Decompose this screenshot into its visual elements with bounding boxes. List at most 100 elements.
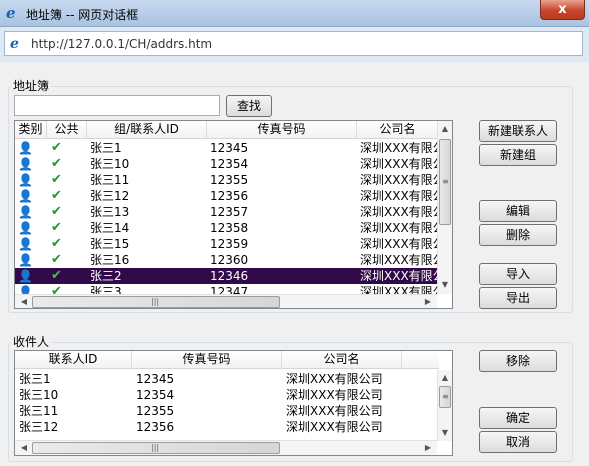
new-group-button[interactable]: 新建组	[479, 144, 557, 166]
contact-row[interactable]: 👤 ✔ 张三12 12356 深圳XXX有限公司	[15, 188, 437, 204]
recipients-scroll-down-icon[interactable]: ▼	[438, 426, 452, 440]
contact-id-cell: 张三11	[90, 173, 130, 187]
col-fax[interactable]: 传真号码	[207, 121, 357, 139]
contact-row[interactable]: 👤 ✔ 张三1 12345 深圳XXX有限公司	[15, 140, 437, 156]
check-icon: ✔	[51, 236, 62, 251]
grip-icon: |||	[151, 297, 160, 306]
cancel-button[interactable]: 取消	[479, 431, 557, 453]
contacts-hscroll-thumb[interactable]: |||	[32, 296, 280, 308]
recipient-fax-cell: 12356	[136, 420, 175, 434]
ok-button[interactable]: 确定	[479, 407, 557, 429]
contacts-vscrollbar[interactable]: ▲ ≡ ▼	[437, 121, 452, 294]
recipients-scroll-right-icon[interactable]: ▶	[421, 441, 435, 455]
url-field[interactable]: e http://127.0.0.1/CH/addrs.htm	[4, 31, 583, 56]
recipients-header: 联系人ID 传真号码 公司名	[15, 351, 439, 369]
recipient-id-cell: 张三11	[19, 404, 59, 418]
recipient-row[interactable]: 张三11 12355 深圳XXX有限公司	[15, 403, 437, 419]
close-button[interactable]: x	[540, 0, 585, 20]
company-cell: 深圳XXX有限公司	[360, 221, 437, 235]
ie-icon: e	[6, 4, 16, 22]
col-company[interactable]: 公司名	[357, 121, 439, 139]
person-icon: 👤	[18, 205, 33, 219]
person-icon: 👤	[18, 253, 33, 267]
recipient-id-cell: 张三10	[19, 388, 59, 402]
col-contact-id[interactable]: 组/联系人ID	[87, 121, 207, 139]
import-button[interactable]: 导入	[479, 263, 557, 285]
col-public[interactable]: 公共	[47, 121, 87, 139]
company-cell: 深圳XXX有限公司	[360, 237, 437, 251]
recipients-hscrollbar[interactable]: ◀ ||| ▶	[15, 440, 437, 455]
fax-cell: 12355	[210, 173, 249, 187]
contact-row[interactable]: 👤 ✔ 张三16 12360 深圳XXX有限公司	[15, 252, 437, 268]
fax-cell: 12354	[210, 157, 249, 171]
person-icon: 👤	[18, 141, 33, 155]
recipient-company-cell: 深圳XXX有限公司	[286, 420, 383, 434]
scroll-down-icon[interactable]: ▼	[438, 278, 452, 292]
recipients-list[interactable]: 联系人ID 传真号码 公司名 张三1 12345 深圳XXX有限公司 张三10 1235…	[14, 350, 453, 456]
contact-row[interactable]: 👤 ✔ 张三14 12358 深圳XXX有限公司	[15, 220, 437, 236]
address-book-label: 地址簿	[11, 77, 52, 94]
contacts-list[interactable]: 类别 公共 组/联系人ID 传真号码 公司名 👤 ✔ 张三1 12345 深圳XXX有限…	[14, 120, 453, 309]
recipients-scroll-up-icon[interactable]: ▲	[438, 371, 452, 385]
grip-icon: ≡	[442, 392, 449, 401]
col-recipient-fax[interactable]: 传真号码	[132, 351, 282, 369]
check-icon: ✔	[51, 140, 62, 155]
contacts-vscroll-thumb[interactable]: ≡	[439, 139, 451, 225]
scroll-left-icon[interactable]: ◀	[17, 295, 31, 308]
export-button[interactable]: 导出	[479, 287, 557, 309]
col-recipient-id[interactable]: 联系人ID	[15, 351, 132, 369]
recipients-vscroll-thumb[interactable]: ≡	[439, 386, 451, 408]
recipients-hscroll-thumb[interactable]: |||	[32, 442, 280, 454]
page-icon: e	[10, 36, 19, 52]
fax-cell: 12359	[210, 237, 249, 251]
recipients-vscrollbar[interactable]: ▲ ≡ ▼	[437, 370, 452, 441]
company-cell: 深圳XXX有限公司	[360, 253, 437, 267]
new-contact-button[interactable]: 新建联系人	[479, 120, 557, 142]
company-cell: 深圳XXX有限公司	[360, 157, 437, 171]
window-title: 地址簿 -- 网页对话框	[26, 8, 139, 22]
grip-icon: |||	[151, 443, 160, 452]
contact-id-cell: 张三10	[90, 157, 130, 171]
company-cell: 深圳XXX有限公司	[360, 269, 437, 283]
contact-row[interactable]: 👤 ✔ 张三15 12359 深圳XXX有限公司	[15, 236, 437, 252]
search-input[interactable]	[14, 95, 220, 116]
delete-button[interactable]: 删除	[479, 224, 557, 246]
address-bar: e http://127.0.0.1/CH/addrs.htm	[0, 27, 589, 62]
remove-button[interactable]: 移除	[479, 350, 557, 372]
fax-cell: 12356	[210, 189, 249, 203]
contact-id-cell: 张三2	[90, 269, 122, 283]
edit-button[interactable]: 编辑	[479, 200, 557, 222]
check-icon: ✔	[51, 252, 62, 267]
recipients-scroll-left-icon[interactable]: ◀	[17, 441, 31, 455]
contacts-hscrollbar[interactable]: ◀ ||| ▶	[15, 294, 437, 308]
contact-row[interactable]: 👤 ✔ 张三10 12354 深圳XXX有限公司	[15, 156, 437, 172]
grip-icon: ≡	[442, 177, 449, 186]
search-button[interactable]: 查找	[226, 95, 272, 117]
check-icon: ✔	[51, 188, 62, 203]
contact-row[interactable]: 👤 ✔ 张三13 12357 深圳XXX有限公司	[15, 204, 437, 220]
recipient-id-cell: 张三1	[19, 372, 51, 386]
recipient-company-cell: 深圳XXX有限公司	[286, 372, 383, 386]
person-icon: 👤	[18, 269, 33, 283]
fax-cell: 12358	[210, 221, 249, 235]
scroll-up-icon[interactable]: ▲	[438, 122, 452, 136]
contact-id-cell: 张三16	[90, 253, 130, 267]
close-icon: x	[558, 2, 567, 17]
contact-id-cell: 张三14	[90, 221, 130, 235]
recipient-row[interactable]: 张三12 12356 深圳XXX有限公司	[15, 419, 437, 435]
col-recipient-company[interactable]: 公司名	[282, 351, 402, 369]
recipient-row[interactable]: 张三10 12354 深圳XXX有限公司	[15, 387, 437, 403]
recipient-row[interactable]: 张三1 12345 深圳XXX有限公司	[15, 371, 437, 387]
person-icon: 👤	[18, 237, 33, 251]
scroll-right-icon[interactable]: ▶	[421, 295, 435, 308]
contact-row[interactable]: 👤 ✔ 张三2 12346 深圳XXX有限公司	[15, 268, 437, 284]
url-text: http://127.0.0.1/CH/addrs.htm	[31, 37, 213, 51]
check-icon: ✔	[51, 220, 62, 235]
contacts-header: 类别 公共 组/联系人ID 传真号码 公司名	[15, 121, 439, 139]
person-icon: 👤	[18, 157, 33, 171]
contact-row[interactable]: 👤 ✔ 张三11 12355 深圳XXX有限公司	[15, 172, 437, 188]
fax-cell: 12345	[210, 141, 249, 155]
recipient-fax-cell: 12345	[136, 372, 175, 386]
fax-cell: 12357	[210, 205, 249, 219]
col-type[interactable]: 类别	[15, 121, 47, 139]
